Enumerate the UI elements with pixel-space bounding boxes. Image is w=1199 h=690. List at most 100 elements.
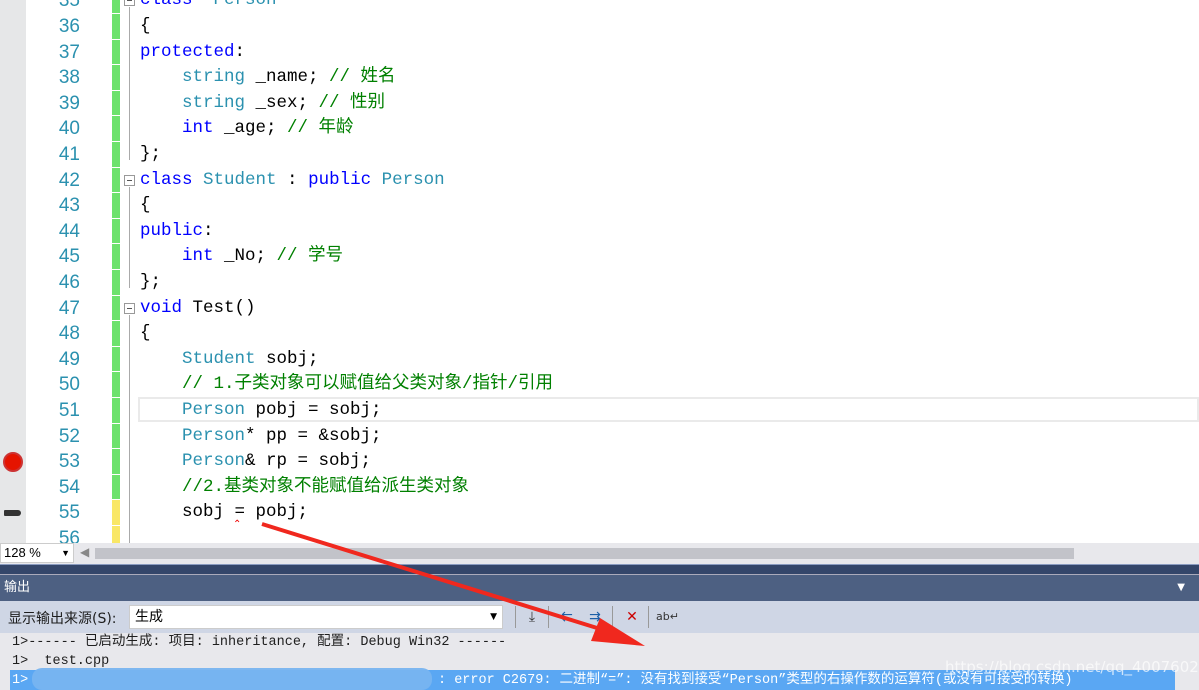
fold-guide — [129, 186, 130, 288]
clear-all-icon[interactable]: ✕ — [621, 606, 643, 628]
line-number: 51 — [58, 400, 80, 421]
scrollbar-thumb[interactable] — [95, 548, 1074, 559]
breakpoint-icon[interactable] — [3, 452, 23, 472]
code-line[interactable]: void Test() — [140, 296, 256, 322]
previous-message-icon[interactable]: ⇇ — [556, 606, 578, 628]
line-number: 53 — [58, 451, 80, 473]
change-tracking-bar — [112, 193, 120, 218]
code-token: // 姓名 — [329, 67, 396, 88]
code-line[interactable]: // 1.子类对象可以赋值给父类对象/指针/引用 — [140, 372, 553, 398]
collapse-icon[interactable] — [124, 302, 135, 314]
line-number: 45 — [58, 246, 80, 268]
redacted-path — [32, 668, 432, 690]
code-line[interactable]: Person pobj = sobj; — [140, 398, 382, 424]
line-number: 44 — [58, 220, 80, 242]
code-line[interactable]: string _sex; // 性别 — [140, 91, 385, 117]
code-token: _age; — [213, 118, 288, 139]
line-number: 37 — [58, 41, 80, 63]
code-line[interactable]: //2.基类对象不能赋值给派生类对象 — [140, 475, 469, 501]
output-line: 1>------ 已启动生成: 项目: inheritance, 配置: Deb… — [12, 635, 507, 650]
line-number: 35 — [58, 0, 80, 12]
line-number: 42 — [58, 169, 80, 191]
go-to-message-icon[interactable]: ⤓ — [521, 606, 543, 628]
code-token: string — [182, 92, 246, 113]
chevron-down-icon: ▼ — [490, 612, 497, 622]
line-number: 55 — [58, 502, 80, 524]
word-wrap-icon[interactable]: ab↵ — [656, 606, 679, 628]
collapse-icon[interactable] — [124, 174, 135, 186]
code-token: // 性别 — [318, 92, 386, 113]
code-line[interactable]: Student sobj; — [140, 347, 319, 373]
code-line[interactable]: public: — [140, 219, 214, 245]
code-token: int — [182, 246, 214, 267]
bookmark-marker-icon — [4, 510, 21, 516]
code-line[interactable]: }; — [140, 270, 161, 296]
change-tracking-bar — [112, 39, 120, 65]
line-number: 46 — [58, 272, 80, 293]
code-token: _sex; — [245, 92, 319, 113]
code-line[interactable]: { — [140, 14, 151, 40]
line-number: 50 — [58, 374, 80, 396]
line-number: 52 — [58, 425, 80, 447]
code-token: }; — [140, 272, 162, 292]
collapse-icon[interactable] — [124, 0, 135, 7]
code-token: class — [140, 0, 193, 11]
code-line[interactable]: class Person — [140, 0, 277, 14]
code-line[interactable]: int _No; // 学号 — [140, 244, 343, 270]
scroll-left-icon[interactable]: ◀ — [80, 545, 89, 559]
code-token: Person — [182, 425, 246, 446]
code-token: //2.基类对象不能赋值给派生类对象 — [182, 476, 470, 497]
change-tracking-bar — [112, 321, 120, 346]
code-line[interactable]: { — [140, 321, 151, 347]
separator — [648, 606, 649, 628]
panel-menu-chevron-icon[interactable]: ▼ — [1177, 575, 1185, 601]
code-token: Person — [381, 169, 445, 190]
fold-guide — [129, 314, 130, 543]
next-message-icon[interactable]: ⇉ — [584, 606, 606, 628]
separator — [612, 606, 613, 628]
code-line[interactable]: int _age; // 年龄 — [140, 116, 354, 142]
change-tracking-bar — [112, 167, 120, 193]
zoom-level: 128 % — [4, 545, 41, 560]
change-tracking-bar — [112, 500, 120, 525]
output-source-select[interactable]: 生成 ▼ — [129, 605, 503, 629]
change-tracking-bar — [112, 218, 120, 244]
code-line[interactable]: protected: — [140, 40, 245, 66]
chevron-down-icon: ▼ — [61, 548, 70, 558]
zoom-dropdown[interactable]: 128 % ▼ — [0, 543, 74, 563]
code-token: : — [234, 41, 246, 62]
code-line[interactable]: Person* pp = &sobj; — [140, 424, 382, 450]
fold-guide — [129, 7, 130, 160]
code-token: pobj = sobj; — [245, 400, 382, 420]
line-number: 40 — [58, 118, 80, 140]
code-token: * pp = &sobj; — [245, 425, 382, 446]
code-line[interactable]: Person& rp = sobj; — [140, 449, 371, 475]
change-tracking-bar — [112, 14, 120, 39]
output-panel-title: 输出 ▼ — [0, 574, 1199, 601]
code-line[interactable]: class Student : public Person — [140, 168, 445, 194]
code-token: { — [140, 195, 151, 216]
code-token: _No; — [213, 246, 277, 267]
panel-divider — [0, 564, 1199, 574]
code-token: Person — [182, 400, 246, 420]
code-token: { — [140, 323, 151, 344]
code-editor[interactable]: 35 class Person 36 {37 protected: 38 string _… — [0, 0, 1199, 543]
code-token: : — [276, 169, 309, 190]
code-line[interactable]: { — [140, 193, 151, 219]
code-line[interactable]: }; — [140, 142, 161, 168]
change-tracking-bar — [112, 244, 120, 269]
error-squiggle: ⌃ — [233, 520, 242, 532]
code-line[interactable]: string _name; // 姓名 — [140, 65, 396, 91]
error-prefix: 1> — [12, 673, 29, 688]
line-number: 38 — [58, 67, 80, 89]
code-line[interactable]: sobj = pobj; — [140, 500, 308, 526]
code-token: // 1.子类对象可以赋值给父类对象/指针/引用 — [182, 374, 554, 395]
code-token: void — [140, 297, 183, 318]
